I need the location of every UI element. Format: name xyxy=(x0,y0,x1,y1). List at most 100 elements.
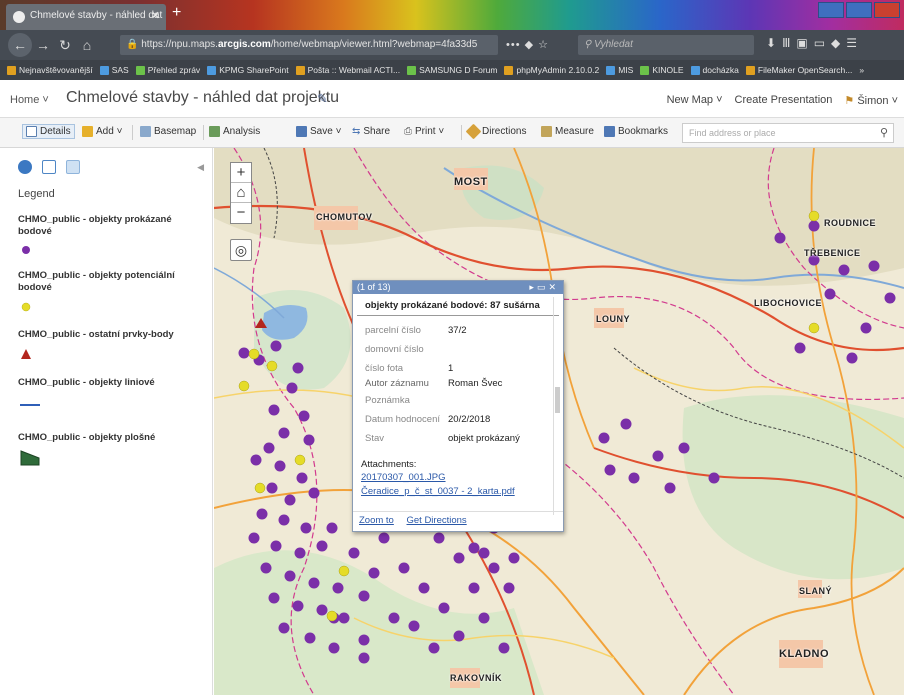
bookmark-item[interactable]: SAS xyxy=(99,65,129,75)
potential-feature-marker[interactable] xyxy=(238,380,250,392)
proven-feature-marker[interactable] xyxy=(292,600,304,612)
browser-search-input[interactable]: ⚲ Vyhledat xyxy=(578,35,754,55)
maximize-popup-icon[interactable]: ▭ xyxy=(537,282,549,292)
tab-close-icon[interactable]: ✕ xyxy=(151,9,160,22)
bookmark-item[interactable]: Nejnavštěvovanější xyxy=(7,65,93,75)
potential-feature-marker[interactable] xyxy=(338,565,350,577)
proven-feature-marker[interactable] xyxy=(838,264,850,276)
details-button[interactable]: Details xyxy=(22,124,75,139)
bookmark-item[interactable]: Přehled zpráv xyxy=(135,65,200,75)
back-button[interactable]: ← xyxy=(8,33,32,57)
proven-feature-marker[interactable] xyxy=(438,602,450,614)
bookmark-item[interactable]: phpMyAdmin 2.10.0.2 xyxy=(504,65,599,75)
proven-feature-marker[interactable] xyxy=(358,652,370,664)
proven-feature-marker[interactable] xyxy=(508,552,520,564)
proven-feature-marker[interactable] xyxy=(308,487,320,499)
proven-feature-marker[interactable] xyxy=(453,630,465,642)
proven-feature-marker[interactable] xyxy=(808,220,820,232)
locate-button[interactable]: ◎ xyxy=(230,239,252,261)
proven-feature-marker[interactable] xyxy=(278,514,290,526)
proven-feature-marker[interactable] xyxy=(338,612,350,624)
proven-feature-marker[interactable] xyxy=(328,642,340,654)
proven-feature-marker[interactable] xyxy=(326,522,338,534)
bookmark-item[interactable]: KPMG SharePoint xyxy=(207,65,289,75)
proven-feature-marker[interactable] xyxy=(278,427,290,439)
proven-feature-marker[interactable] xyxy=(846,352,858,364)
proven-feature-marker[interactable] xyxy=(708,472,720,484)
proven-feature-marker[interactable] xyxy=(388,612,400,624)
browser-tab[interactable]: Chmelové stavby - náhled dat ✕ xyxy=(6,4,166,30)
maximize-button[interactable] xyxy=(846,2,872,18)
proven-feature-marker[interactable] xyxy=(274,460,286,472)
popup-scrollbar[interactable] xyxy=(553,297,560,515)
proven-feature-marker[interactable] xyxy=(284,570,296,582)
proven-feature-marker[interactable] xyxy=(238,347,250,359)
extension-icon[interactable]: ▣ xyxy=(796,36,807,50)
proven-feature-marker[interactable] xyxy=(884,292,896,304)
proven-feature-marker[interactable] xyxy=(418,582,430,594)
download-icon[interactable]: ⬇ xyxy=(766,36,776,50)
proven-feature-marker[interactable] xyxy=(478,612,490,624)
zoom-out-button[interactable]: − xyxy=(231,203,251,223)
proven-feature-marker[interactable] xyxy=(358,634,370,646)
directions-button[interactable]: Directions xyxy=(465,123,526,140)
proven-feature-marker[interactable] xyxy=(468,542,480,554)
proven-feature-marker[interactable] xyxy=(286,382,298,394)
proven-feature-marker[interactable] xyxy=(270,540,282,552)
proven-feature-marker[interactable] xyxy=(294,547,306,559)
add-button[interactable]: Add ˅ xyxy=(82,126,122,137)
measure-button[interactable]: Measure xyxy=(541,126,594,137)
proven-feature-marker[interactable] xyxy=(378,532,390,544)
proven-feature-marker[interactable] xyxy=(303,434,315,446)
proven-feature-marker[interactable] xyxy=(292,362,304,374)
minimize-button[interactable] xyxy=(818,2,844,18)
proven-feature-marker[interactable] xyxy=(316,540,328,552)
bookmark-item[interactable]: MIS xyxy=(606,65,633,75)
proven-feature-marker[interactable] xyxy=(620,418,632,430)
proven-feature-marker[interactable] xyxy=(664,482,676,494)
proven-feature-marker[interactable] xyxy=(298,410,310,422)
potential-feature-marker[interactable] xyxy=(254,482,266,494)
user-menu[interactable]: ⚑ Šimon ˅ xyxy=(844,94,898,107)
bookmark-item[interactable]: SAMSUNG D Forum xyxy=(407,65,497,75)
proven-feature-marker[interactable] xyxy=(824,288,836,300)
proven-feature-marker[interactable] xyxy=(256,508,268,520)
proven-feature-marker[interactable] xyxy=(260,562,272,574)
proven-feature-marker[interactable] xyxy=(774,232,786,244)
url-bar[interactable]: 🔒 https://npu.maps.arcgis.com/home/webma… xyxy=(120,35,498,55)
library-icon[interactable]: Ⅲ xyxy=(782,36,790,50)
edit-title-icon[interactable]: ✎ xyxy=(317,91,328,107)
bookmark-item[interactable]: KINOLE xyxy=(640,65,684,75)
proven-feature-marker[interactable] xyxy=(498,642,510,654)
new-tab-button[interactable]: + xyxy=(172,4,181,22)
collapse-panel-icon[interactable]: ◀ xyxy=(197,162,204,173)
get-directions-link[interactable]: Get Directions xyxy=(407,515,467,526)
proven-feature-marker[interactable] xyxy=(332,582,344,594)
proven-feature-marker[interactable] xyxy=(300,522,312,534)
menu-icon[interactable]: ☰ xyxy=(846,36,857,50)
about-tab-icon[interactable] xyxy=(18,160,32,174)
popup-scroll-thumb[interactable] xyxy=(555,387,560,413)
reload-icon[interactable]: ↻ xyxy=(54,37,76,54)
proven-feature-marker[interactable] xyxy=(270,340,282,352)
proven-feature-marker[interactable] xyxy=(308,577,320,589)
potential-feature-marker[interactable] xyxy=(808,322,820,334)
proven-feature-marker[interactable] xyxy=(304,632,316,644)
proven-feature-marker[interactable] xyxy=(278,622,290,634)
proven-feature-marker[interactable] xyxy=(433,532,445,544)
potential-feature-marker[interactable] xyxy=(266,360,278,372)
proven-feature-marker[interactable] xyxy=(250,454,262,466)
proven-feature-marker[interactable] xyxy=(652,450,664,462)
potential-feature-marker[interactable] xyxy=(808,210,820,222)
potential-feature-marker[interactable] xyxy=(294,454,306,466)
proven-feature-marker[interactable] xyxy=(316,604,328,616)
proven-feature-marker[interactable] xyxy=(268,404,280,416)
bookmark-item[interactable]: FileMaker OpenSearch... xyxy=(745,65,852,75)
proven-feature-marker[interactable] xyxy=(248,532,260,544)
proven-feature-marker[interactable] xyxy=(268,592,280,604)
share-button[interactable]: ⇆ Share xyxy=(352,126,390,137)
bookmarks-button[interactable]: Bookmarks xyxy=(604,126,668,137)
analysis-button[interactable]: Analysis xyxy=(209,126,260,137)
save-button[interactable]: Save ˅ xyxy=(296,126,341,137)
proven-feature-marker[interactable] xyxy=(860,322,872,334)
